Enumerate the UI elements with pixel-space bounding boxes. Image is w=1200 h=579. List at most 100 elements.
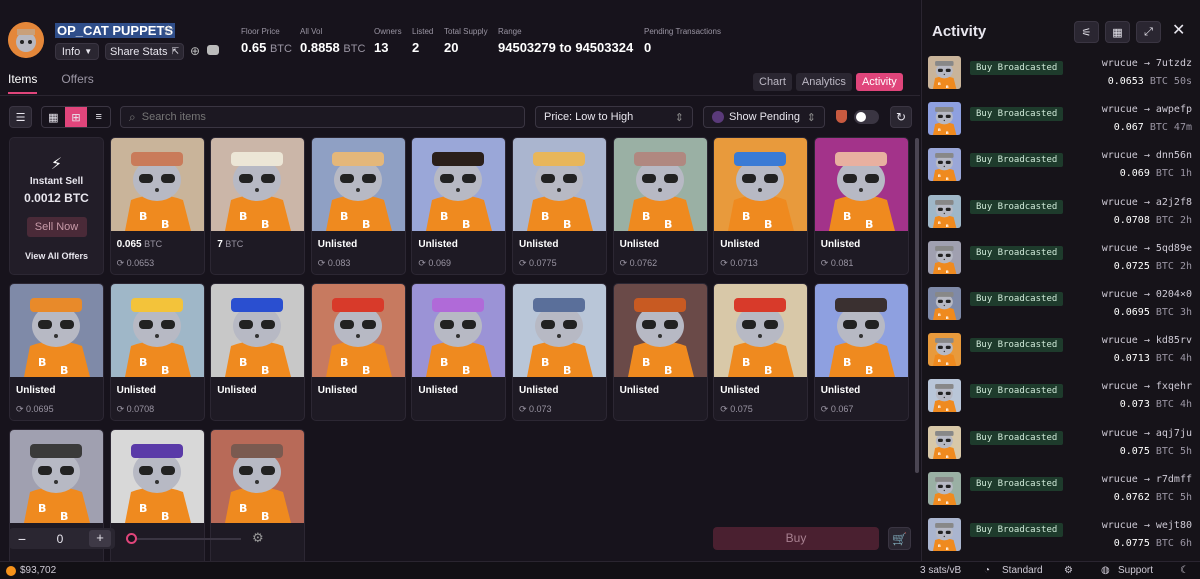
item-card[interactable]: B B Unlisted xyxy=(411,283,507,421)
pending-toggle[interactable] xyxy=(854,110,879,124)
item-card[interactable]: BB7 BTC xyxy=(210,137,306,275)
activity-badge: Buy Broadcasted xyxy=(970,153,1064,168)
activity-thumbnail: BB xyxy=(928,56,961,89)
discord-icon[interactable] xyxy=(207,45,219,55)
btc-icon xyxy=(6,565,16,576)
item-card[interactable]: BB xyxy=(109,429,205,567)
increment-button[interactable]: + xyxy=(89,530,111,547)
large-grid-view-icon[interactable]: ▦ xyxy=(42,107,65,127)
small-grid-view-icon[interactable]: ⊞ xyxy=(64,107,88,127)
favorite-star-icon[interactable]: ☆ xyxy=(162,22,175,39)
updown-chevron-icon: ⇕ xyxy=(674,111,684,124)
activity-item[interactable]: B B Buy Broadcasted wrucue → wejt80 0.0775 B… xyxy=(926,518,1196,558)
item-card[interactable]: B B Unlisted ⟳ 0.069 xyxy=(411,137,507,275)
stat-value: 0.65 xyxy=(241,40,267,55)
item-price: Unlisted xyxy=(318,239,357,250)
cart-button[interactable]: 🛒 xyxy=(888,527,911,550)
item-status: Unlisted xyxy=(820,239,861,250)
tab-items[interactable]: Items xyxy=(8,72,38,94)
item-card[interactable]: B B Unlisted ⟳ 0.081 xyxy=(813,137,909,275)
list-view-icon[interactable]: ≡ xyxy=(87,107,110,127)
item-card[interactable]: B B Unlisted ⟳ 0.0708 xyxy=(109,283,205,421)
activity-grid-button[interactable]: ▦ xyxy=(1105,21,1130,43)
stat-unit: BTC xyxy=(269,43,292,55)
filter-button[interactable]: ☰ xyxy=(9,106,32,128)
info-dropdown[interactable]: Info ▼ xyxy=(55,43,99,60)
activity-item[interactable]: B B Buy Broadcasted wrucue → 7utzdz 0.0653 B… xyxy=(926,56,1196,96)
collection-name: OP_CAT PUPPETS xyxy=(55,23,176,38)
item-card[interactable]: B B Unlisted ⟳ 0.073 xyxy=(512,283,607,421)
moon-icon[interactable]: ☾ xyxy=(1180,565,1189,576)
activity-item[interactable]: B B Buy Broadcasted wrucue → a2j2f8 0.0708 B… xyxy=(926,194,1196,235)
view-all-offers-link[interactable]: View All Offers xyxy=(10,251,103,261)
item-image: BB xyxy=(714,138,808,231)
item-card[interactable]: B B Unlisted ⟳ 0.0713 xyxy=(713,137,809,275)
item-status: 7 xyxy=(217,239,223,250)
activity-item[interactable]: B B Buy Broadcasted wrucue → r7dmff 0.0762 B… xyxy=(926,471,1196,512)
item-card[interactable]: B B Unlisted ⟳ 0.067 xyxy=(813,283,909,421)
refresh-button[interactable]: ↻ xyxy=(890,106,912,128)
info-label: Info xyxy=(61,45,81,58)
support-link[interactable]: Support xyxy=(1118,565,1153,576)
activity-thumbnail: BB xyxy=(928,240,961,274)
activity-badge: Buy Broadcasted xyxy=(970,292,1064,306)
item-last-sale: ⟳ 0.0708 xyxy=(116,404,155,414)
svg-text:B: B xyxy=(38,356,46,369)
svg-text:B: B xyxy=(362,218,370,231)
activity-filter-button[interactable]: ⚟ xyxy=(1074,21,1099,43)
activity-item[interactable]: B B Buy Broadcasted wrucue → kd85rv 0.0713 B… xyxy=(926,333,1196,373)
buy-button[interactable]: Buy xyxy=(713,527,879,550)
activity-amount: 0.067 BTC 47m xyxy=(1113,122,1192,134)
pending-select[interactable]: Show Pending ⇕ xyxy=(703,106,825,128)
share-stats-button[interactable]: Share Stats ⇱ xyxy=(105,43,184,60)
item-card[interactable]: B B Unlisted xyxy=(210,283,306,421)
item-card[interactable]: B B Unlisted ⟳ 0.0762 xyxy=(612,137,708,275)
activity-item[interactable]: B B Buy Broadcasted wrucue → 5qd89e 0.0725 B… xyxy=(926,240,1196,281)
tab-chart[interactable]: Chart xyxy=(753,73,792,91)
tab-offers[interactable]: Offers xyxy=(61,72,93,94)
tab-activity[interactable]: Activity xyxy=(855,73,903,91)
item-card[interactable]: B B Unlisted xyxy=(612,283,708,421)
collection-panel: OP_CAT PUPPETS ☆ Info ▼ Share Stats ⇱ ⊕ Fl… xyxy=(0,0,920,567)
divider xyxy=(0,95,920,96)
activity-badge: Buy Broadcasted xyxy=(970,107,1064,122)
svg-text:B: B xyxy=(664,218,672,231)
pending-icon xyxy=(712,111,724,123)
tab-analytics[interactable]: Analytics xyxy=(795,73,852,91)
activity-thumbnail: BB xyxy=(928,287,961,320)
item-image: BB xyxy=(814,138,908,231)
items-scrollbar[interactable] xyxy=(915,138,919,473)
activity-thumbnail: BB xyxy=(928,102,961,136)
item-card[interactable]: B B Unlisted ⟳ 0.075 xyxy=(713,283,809,421)
sort-select[interactable]: Price: Low to High ⇕ xyxy=(535,106,693,128)
qty-slider[interactable] xyxy=(126,533,241,544)
settings-icon[interactable]: ⚙ xyxy=(252,530,264,546)
activity-item[interactable]: B B Buy Broadcasted wrucue → aqj7ju 0.075 BT… xyxy=(926,425,1196,466)
item-price: Unlisted xyxy=(821,239,860,250)
item-card[interactable]: B B 0.065 BTC ⟳ 0.0653 xyxy=(109,137,205,275)
activity-item[interactable]: B B Buy Broadcasted wrucue → dnn56n 0.069 BT… xyxy=(926,148,1196,188)
svg-text:B: B xyxy=(362,364,370,377)
activity-item[interactable]: B B Buy Broadcasted wrucue → fxqehr 0.073 BT… xyxy=(926,379,1196,419)
item-last-sale: ⟳ 0.073 xyxy=(519,404,552,414)
activity-item[interactable]: B B Buy Broadcasted wrucue → awpefp 0.067 BT… xyxy=(926,102,1196,142)
svg-text:B: B xyxy=(938,497,941,502)
item-card[interactable]: BB xyxy=(210,429,306,567)
item-card[interactable]: B B Unlisted ⟳ 0.0775 xyxy=(512,137,607,275)
svg-text:B: B xyxy=(938,543,941,548)
item-card[interactable]: B B Unlisted ⟳ 0.083 xyxy=(310,137,406,275)
decrement-button[interactable]: − xyxy=(13,531,31,547)
item-last-sale: ⟳ 0.067 xyxy=(820,404,854,414)
item-card[interactable]: B B Unlisted xyxy=(310,283,406,421)
fee-mode[interactable]: Standard xyxy=(1002,565,1043,576)
btc-price: $93,702 xyxy=(20,565,57,576)
item-status: Unlisted xyxy=(519,385,559,396)
item-card[interactable]: B B Unlisted ⟳ 0.0695 xyxy=(9,283,104,421)
close-icon[interactable]: ✕ xyxy=(1172,20,1185,40)
globe-icon[interactable]: ⊕ xyxy=(190,44,200,58)
expand-button[interactable]: ⤢ xyxy=(1136,21,1161,43)
search-input[interactable] xyxy=(141,111,502,123)
settings-icon[interactable]: ⚙ xyxy=(1064,565,1073,576)
activity-item[interactable]: B B Buy Broadcasted wrucue → 0204×0 0.0695 B… xyxy=(926,287,1196,327)
sell-now-button[interactable]: Sell Now xyxy=(26,217,87,237)
